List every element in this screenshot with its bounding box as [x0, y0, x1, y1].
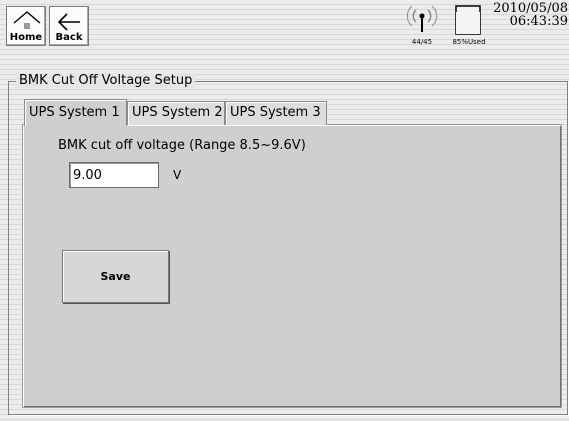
signal-text: 44/45	[411, 38, 433, 46]
storage-card-icon	[455, 5, 481, 35]
group-title: BMK Cut Off Voltage Setup	[16, 73, 196, 88]
tab-ups-system-2[interactable]: UPS System 2	[127, 101, 225, 125]
signal-status: 44/45	[404, 2, 440, 46]
clock: 2010/05/08 06:43:39	[492, 2, 568, 28]
voltage-unit-label: V	[173, 168, 182, 182]
home-button[interactable]: Home	[6, 6, 46, 46]
cutoff-voltage-label: BMK cut off voltage (Range 8.5~9.6V)	[58, 138, 306, 153]
storage-status: 85%Used	[450, 2, 486, 46]
home-icon	[13, 11, 41, 29]
top-toolbar: Home Back 44/45 85%Used 2010/05/08 06:43…	[0, 0, 569, 52]
tab-ups-system-3[interactable]: UPS System 3	[225, 101, 327, 125]
back-button-label: Back	[55, 32, 83, 43]
save-button[interactable]: Save	[62, 250, 169, 303]
tab-ups-system-1[interactable]: UPS System 1	[24, 99, 127, 126]
back-arrow-icon	[57, 13, 80, 31]
storage-text: 85%Used	[452, 38, 486, 46]
home-button-label: Home	[9, 32, 43, 43]
signal-icon	[406, 5, 438, 32]
time-text: 06:43:39	[509, 14, 568, 29]
back-button[interactable]: Back	[49, 6, 89, 46]
cutoff-voltage-input[interactable]	[69, 162, 159, 188]
